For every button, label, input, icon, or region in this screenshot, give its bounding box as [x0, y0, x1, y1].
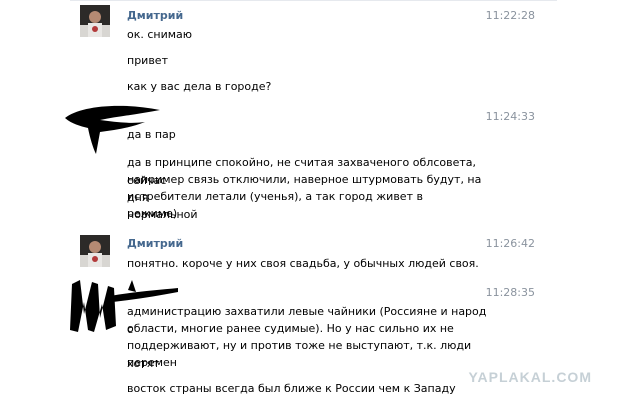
message-text: ок. снимаю: [127, 28, 193, 41]
message-text: понятно. короче у них своя свадьба, у об…: [127, 257, 479, 270]
message-text: области, многие ранее судимые). Но у нас…: [127, 322, 454, 335]
message-text: восток страны всегда был ближе к России …: [127, 382, 456, 395]
message-time: 11:28:35: [485, 286, 535, 299]
message-time: 11:26:42: [485, 237, 535, 250]
message-text: да в пар: [127, 128, 176, 141]
avatar[interactable]: [80, 5, 110, 37]
message-divider: [70, 0, 557, 1]
message-time: 11:24:33: [485, 110, 535, 123]
message-time: 11:22:28: [485, 9, 535, 22]
message-text: привет: [127, 54, 168, 67]
message-text: режиме): [127, 207, 178, 220]
sender-name[interactable]: Дмитрий: [127, 9, 183, 22]
message-text: перемен: [127, 356, 177, 369]
sender-name[interactable]: Дмитрий: [127, 237, 183, 250]
watermark: YAPLAKAL.COM: [468, 369, 592, 385]
message-text: как у вас дела в городе?: [127, 80, 272, 93]
avatar[interactable]: [80, 235, 110, 267]
